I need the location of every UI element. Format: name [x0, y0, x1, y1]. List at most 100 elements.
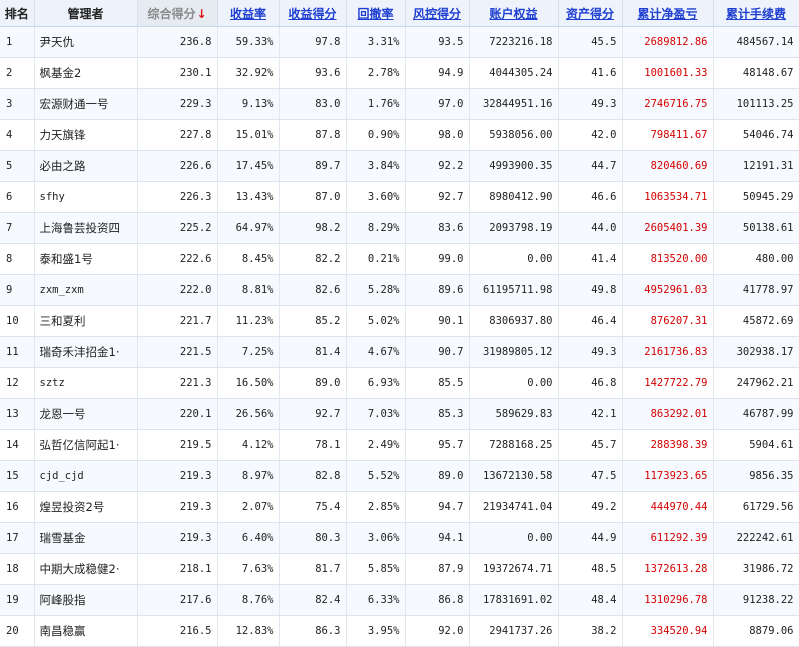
cell-equity: 32844951.16 [469, 88, 559, 120]
cell-manager: cjd_cjd [34, 460, 138, 492]
header-cum-pnl-link[interactable]: 累计净盈亏 [622, 0, 714, 27]
cell-drawdown: 6.33% [346, 584, 406, 616]
cell-return-score: 78.1 [279, 429, 347, 461]
cell-score: 221.7 [137, 305, 218, 337]
cell-asset-score: 42.1 [558, 398, 623, 430]
cell-rank: 14 [0, 429, 35, 461]
cell-return-rate: 15.01% [217, 119, 280, 151]
cell-asset-score: 46.8 [558, 367, 623, 399]
table-row: 2 枫基金2 230.1 32.92% 93.6 2.78% 94.9 4044305.24 4… [0, 57, 799, 89]
cell-return-score: 87.8 [279, 119, 347, 151]
cell-return-score: 83.0 [279, 88, 347, 120]
header-equity-link[interactable]: 账户权益 [469, 0, 559, 27]
cell-rank: 9 [0, 274, 35, 306]
table-row: 7 上海鲁芸投资四 225.2 64.97% 98.2 8.29% 83.6 2093798.… [0, 212, 799, 244]
header-score-sort[interactable]: 综合得分↓ [137, 0, 218, 27]
cell-cum-pnl: 2689812.86 [622, 26, 714, 58]
cell-drawdown: 5.02% [346, 305, 406, 337]
cell-manager: 必由之路 [34, 150, 138, 182]
cell-equity: 31989805.12 [469, 336, 559, 368]
cell-drawdown: 5.28% [346, 274, 406, 306]
cell-score: 225.2 [137, 212, 218, 244]
table-row: 1 尹天仇 236.8 59.33% 97.8 3.31% 93.5 7223216.18 45… [0, 26, 799, 58]
table-row: 13 龙恩一号 220.1 26.56% 92.7 7.03% 85.3 589629.83 4… [0, 398, 799, 430]
cell-drawdown: 1.76% [346, 88, 406, 120]
cell-risk-score: 99.0 [405, 243, 470, 275]
cell-drawdown: 3.84% [346, 150, 406, 182]
cell-equity: 7223216.18 [469, 26, 559, 58]
cell-return-score: 85.2 [279, 305, 347, 337]
cell-return-rate: 7.63% [217, 553, 280, 585]
cell-cum-fee: 5904.61 [713, 429, 799, 461]
cell-return-rate: 11.23% [217, 305, 280, 337]
cell-score: 219.3 [137, 522, 218, 554]
cell-return-rate: 4.12% [217, 429, 280, 461]
table-row: 17 瑞雪基金 219.3 6.40% 80.3 3.06% 94.1 0.00 44.9 611… [0, 522, 799, 554]
cell-drawdown: 5.85% [346, 553, 406, 585]
cell-return-rate: 59.33% [217, 26, 280, 58]
cell-equity: 13672130.58 [469, 460, 559, 492]
table-row: 6 sfhy 226.3 13.43% 87.0 3.60% 92.7 8980412.90 4… [0, 181, 799, 213]
cell-cum-pnl: 1310296.78 [622, 584, 714, 616]
cell-cum-fee: 222242.61 [713, 522, 799, 554]
cell-rank: 16 [0, 491, 35, 523]
cell-return-rate: 6.40% [217, 522, 280, 554]
cell-risk-score: 95.7 [405, 429, 470, 461]
cell-rank: 8 [0, 243, 35, 275]
cell-rank: 18 [0, 553, 35, 585]
cell-manager: 力天旗锋 [34, 119, 138, 151]
header-drawdown-link[interactable]: 回撤率 [346, 0, 406, 27]
cell-equity: 4044305.24 [469, 57, 559, 89]
cell-cum-pnl: 4952961.03 [622, 274, 714, 306]
ranking-table: 排名 管理者 综合得分↓ 收益率 收益得分 回撤率 风控得分 账户权益 资产得分… [0, 0, 799, 647]
cell-equity: 0.00 [469, 522, 559, 554]
table-row: 3 宏源财通一号 229.3 9.13% 83.0 1.76% 97.0 32844951.1… [0, 88, 799, 120]
cell-score: 221.3 [137, 367, 218, 399]
cell-score: 229.3 [137, 88, 218, 120]
cell-cum-pnl: 2161736.83 [622, 336, 714, 368]
cell-asset-score: 48.5 [558, 553, 623, 585]
table-row: 10 三和夏利 221.7 11.23% 85.2 5.02% 90.1 8306937.80… [0, 305, 799, 337]
cell-risk-score: 85.3 [405, 398, 470, 430]
cell-risk-score: 97.0 [405, 88, 470, 120]
table-row: 12 sztz 221.3 16.50% 89.0 6.93% 85.5 0.00 46.8 14… [0, 367, 799, 399]
cell-manager: 瑞奇禾沣招金1· [34, 336, 138, 368]
cell-return-rate: 8.45% [217, 243, 280, 275]
cell-manager: 弘哲亿信阿起1· [34, 429, 138, 461]
cell-cum-fee: 31986.72 [713, 553, 799, 585]
cell-risk-score: 89.6 [405, 274, 470, 306]
cell-manager: 上海鲁芸投资四 [34, 212, 138, 244]
cell-asset-score: 49.8 [558, 274, 623, 306]
cell-return-rate: 8.97% [217, 460, 280, 492]
header-score-label: 综合得分 [147, 6, 196, 21]
cell-drawdown: 0.21% [346, 243, 406, 275]
table-row: 9 zxm_zxm 222.0 8.81% 82.6 5.28% 89.6 61195711.… [0, 274, 799, 306]
cell-return-score: 81.7 [279, 553, 347, 585]
cell-cum-pnl: 813520.00 [622, 243, 714, 275]
table-row: 15 cjd_cjd 219.3 8.97% 82.8 5.52% 89.0 13672130… [0, 460, 799, 492]
cell-return-score: 82.8 [279, 460, 347, 492]
cell-risk-score: 86.8 [405, 584, 470, 616]
table-row: 5 必由之路 226.6 17.45% 89.7 3.84% 92.2 4993900.35 4… [0, 150, 799, 182]
cell-score: 220.1 [137, 398, 218, 430]
header-asset-score-link[interactable]: 资产得分 [558, 0, 623, 27]
cell-cum-fee: 480.00 [713, 243, 799, 275]
header-manager: 管理者 [34, 0, 138, 27]
cell-drawdown: 2.49% [346, 429, 406, 461]
cell-risk-score: 94.9 [405, 57, 470, 89]
table-row: 14 弘哲亿信阿起1· 219.5 4.12% 78.1 2.49% 95.7 7288168… [0, 429, 799, 461]
header-return-score-link[interactable]: 收益得分 [279, 0, 347, 27]
header-cum-fee-link[interactable]: 累计手续费 [713, 0, 799, 27]
cell-manager: 宏源财通一号 [34, 88, 138, 120]
cell-return-score: 89.7 [279, 150, 347, 182]
cell-return-score: 75.4 [279, 491, 347, 523]
cell-cum-fee: 9856.35 [713, 460, 799, 492]
cell-equity: 8980412.90 [469, 181, 559, 213]
cell-return-rate: 13.43% [217, 181, 280, 213]
cell-return-score: 89.0 [279, 367, 347, 399]
header-risk-score-link[interactable]: 风控得分 [405, 0, 470, 27]
header-return-rate-link[interactable]: 收益率 [217, 0, 280, 27]
cell-rank: 19 [0, 584, 35, 616]
cell-risk-score: 94.1 [405, 522, 470, 554]
cell-risk-score: 92.2 [405, 150, 470, 182]
